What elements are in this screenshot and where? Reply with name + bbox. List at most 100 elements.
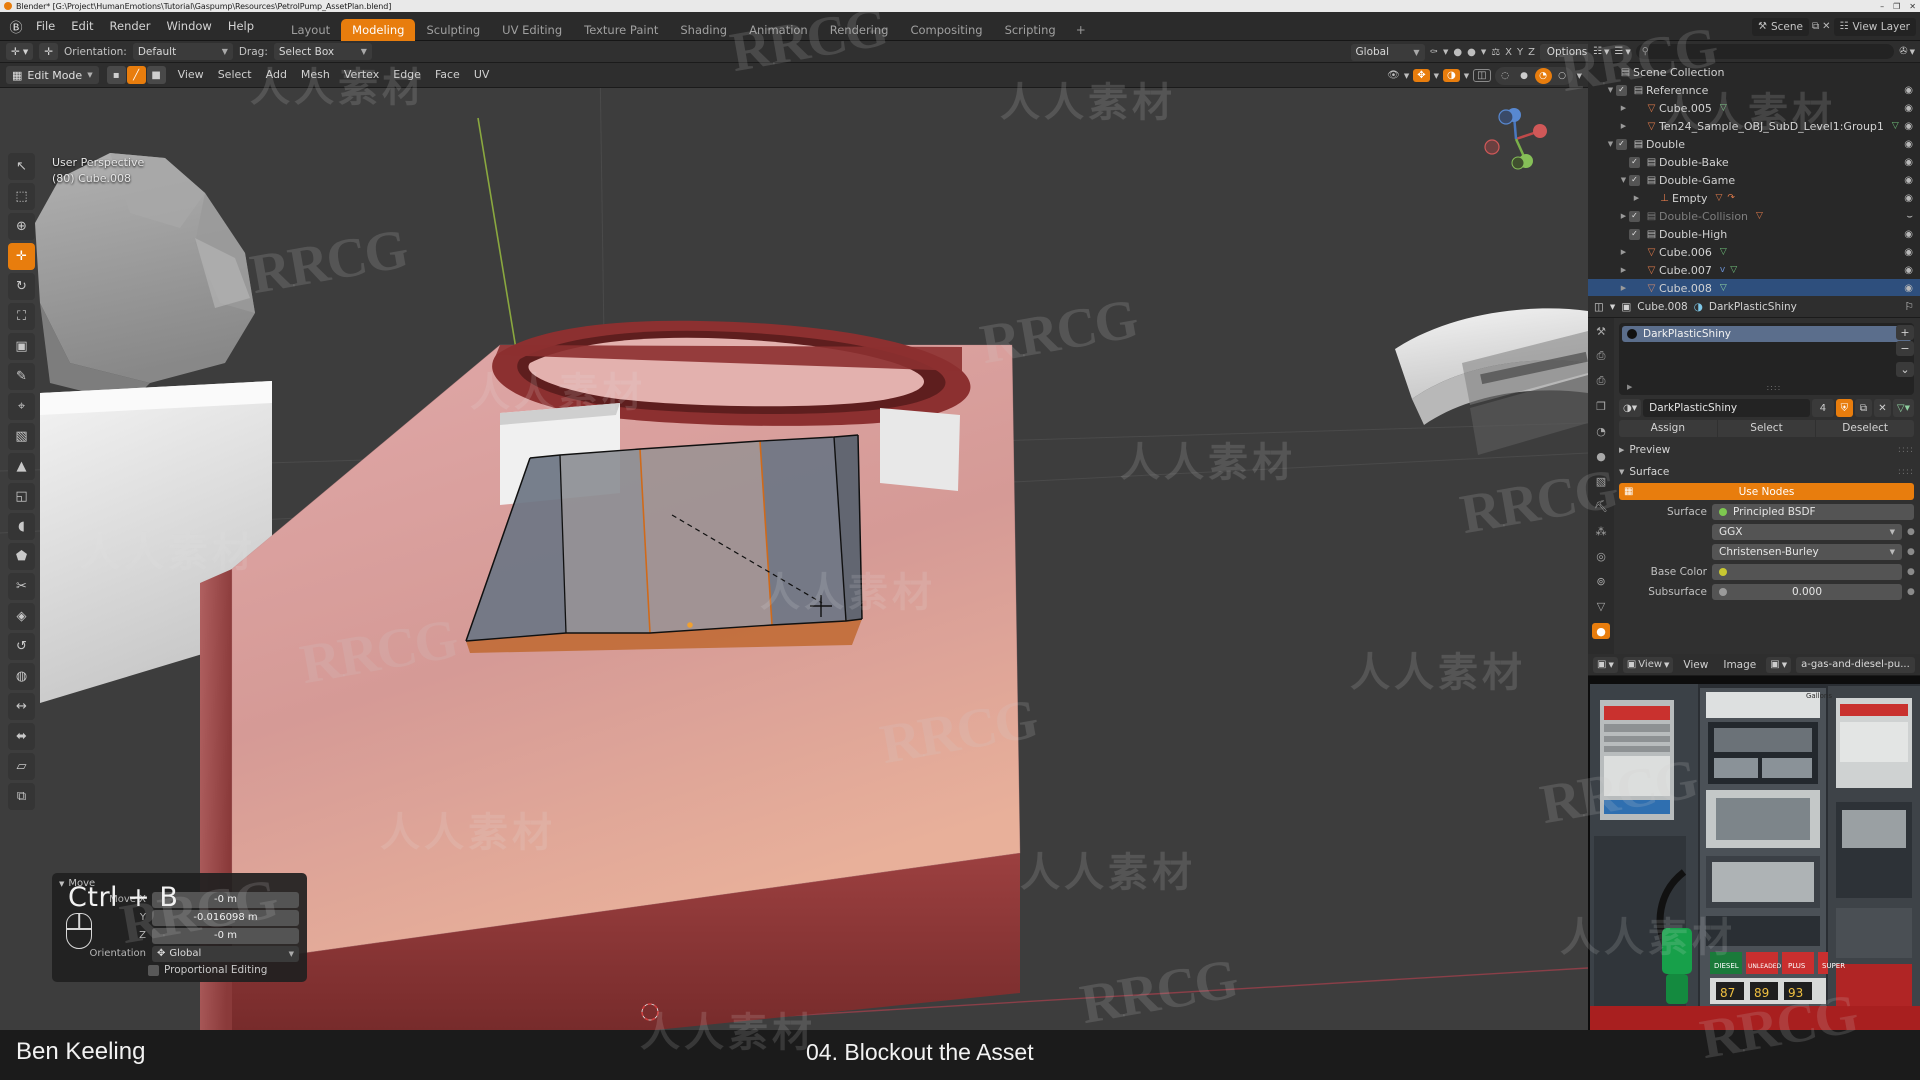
mesh-select-mode-group[interactable]: ▪ ╱ ■ [106, 66, 166, 84]
image-editor-image-menu[interactable]: Image [1718, 659, 1761, 671]
tool-tab-icon[interactable]: ⚒ [1592, 323, 1610, 339]
subsurface-method-row[interactable]: Christensen-Burley ▼ ● [1619, 543, 1915, 560]
operator-redo-panel[interactable]: ▼ Move Ctrl + B Move X -0 m Y -0.016098 mZ-… [52, 873, 307, 982]
object-tab-icon[interactable]: ▧ [1592, 473, 1610, 489]
outliner-row[interactable]: ▼ ✓ ▤ Double-Game ◉ [1588, 171, 1920, 189]
collection-checkbox[interactable]: ✓ [1629, 228, 1640, 240]
blender-logo-icon[interactable]: Ⓑ [4, 17, 28, 36]
menu-render[interactable]: Render [102, 16, 159, 36]
outliner-data-icons[interactable]: ▽ [1720, 103, 1727, 113]
outliner-search-input[interactable]: ⚲ [1635, 44, 1895, 59]
assign-select-deselect-bar[interactable]: Assign Select Deselect [1619, 420, 1914, 437]
outliner-row[interactable]: ▶ ▽ Cube.006 ▽ ◉ [1588, 243, 1920, 261]
workspace-tab-layout[interactable]: Layout [280, 19, 341, 41]
outliner-data-icon[interactable]: ▽ [1720, 247, 1727, 257]
spin-tool-icon[interactable]: ↺ [8, 633, 35, 660]
surface-shader-dropdown[interactable]: Principled BSDF [1712, 503, 1914, 520]
outliner-item-name[interactable]: Scene Collection [1633, 66, 1724, 79]
bevel-tool-icon[interactable]: ◖ [8, 513, 35, 540]
wireframe-shading-icon[interactable]: ◌ [1497, 68, 1514, 84]
viewport-menu-uv[interactable]: UV [467, 66, 497, 84]
face-select-icon[interactable]: ■ [146, 66, 166, 84]
active-tool-button[interactable]: ✛ ▼ [6, 43, 34, 60]
outliner-display-mode-dropdown[interactable]: ☰ ▼ [1614, 46, 1630, 57]
scene-tab-icon[interactable]: ◔ [1592, 423, 1610, 439]
collection-checkbox[interactable]: ✓ [1629, 174, 1640, 186]
options-dropdown[interactable]: Options [1540, 43, 1594, 61]
collection-checkbox[interactable]: ✓ [1616, 138, 1627, 150]
poly-build-tool-icon[interactable]: ◈ [8, 603, 35, 630]
outliner-item-name[interactable]: Cube.008 [1659, 282, 1712, 295]
outliner-data-icon[interactable]: ▽ [1756, 211, 1763, 221]
browse-image-button[interactable]: ▣ ▼ [1766, 656, 1792, 673]
rendered-shading-icon[interactable]: ○ [1554, 68, 1571, 84]
subsurface-animate-dot[interactable]: ● [1907, 587, 1915, 597]
disclosure-triangle-icon[interactable]: ▼ [1605, 86, 1616, 94]
extrude-region-tool-icon[interactable]: ▲ [8, 453, 35, 480]
image-editor-type-icon[interactable]: ▣ ▼ [1593, 656, 1618, 673]
use-nodes-button[interactable]: ▦ Use Nodes [1619, 483, 1914, 500]
visibility-eye-icon[interactable]: ◉ [1904, 175, 1913, 186]
remove-material-slot-button[interactable]: − [1896, 341, 1914, 356]
subsurface-method-dropdown[interactable]: Christensen-Burley ▼ [1712, 543, 1902, 560]
orientation-dropdown[interactable]: Default ▼ [132, 43, 233, 60]
menu-edit[interactable]: Edit [63, 16, 101, 36]
distribution-animate-dot[interactable]: ● [1907, 527, 1915, 537]
viewport-menu-add[interactable]: Add [259, 66, 294, 84]
outliner-data-icon[interactable]: ▽ [1720, 103, 1727, 113]
operator-orientation-row[interactable]: Orientation ✥ Global ▼ [60, 945, 299, 962]
measure-tool-icon[interactable]: ⌖ [8, 393, 35, 420]
outliner-row[interactable]: ▶ ✓ ▤ Double-Collision ▽ ⌣ [1588, 207, 1920, 225]
show-overlays-icon[interactable]: ◑ [1443, 69, 1460, 82]
outliner-data-icon[interactable]: ▽ [1892, 121, 1899, 131]
image-editor-view-menu[interactable]: View [1678, 659, 1713, 671]
outliner-row[interactable]: ▶ ▽ Ten24_Sample_OBJ_SubD_Level1:Group1 ▽ ◉ [1588, 117, 1920, 135]
fake-user-toggle[interactable]: ⛨ [1835, 399, 1853, 417]
transform-tool-icon[interactable]: ▣ [8, 333, 35, 360]
drag-dropdown[interactable]: Select Box ▼ [273, 43, 372, 60]
collection-checkbox[interactable]: ✓ [1616, 84, 1627, 96]
outliner-tree[interactable]: ▤ Scene Collection ▼ ✓ ▤ Referennce ◉ ▶ ▽ Cube.00… [1588, 63, 1920, 296]
snap-dropdown-icon[interactable]: ▼ [1443, 48, 1448, 56]
interaction-mode-dropdown[interactable]: ▦ Edit Mode ▼ [6, 66, 99, 84]
workspace-tab-uv-editing[interactable]: UV Editing [491, 19, 573, 41]
particles-tab-icon[interactable]: ⁂ [1592, 523, 1610, 539]
viewport-menu-vertex[interactable]: Vertex [337, 66, 386, 84]
edge-select-icon[interactable]: ╱ [126, 66, 146, 84]
xray-toggle-icon[interactable]: ◫ [1473, 69, 1491, 82]
cursor-tool-icon[interactable]: ⊕ [8, 213, 35, 240]
disclosure-triangle-icon[interactable]: ▶ [1618, 266, 1629, 274]
workspace-tab-texture-paint[interactable]: Texture Paint [573, 19, 669, 41]
shear-tool-icon[interactable]: ▱ [8, 753, 35, 780]
collection-checkbox[interactable]: ✓ [1629, 210, 1640, 222]
outliner-item-name[interactable]: Empty [1672, 192, 1707, 205]
workspace-tab-sculpting[interactable]: Sculpting [415, 19, 491, 41]
outliner-row[interactable]: ▶ ⊥ Empty ▽ ↷ ◉ [1588, 189, 1920, 207]
material-slot-controls[interactable]: + − ⌄ [1895, 325, 1915, 377]
workspace-tab-shading[interactable]: Shading [669, 19, 738, 41]
new-scene-icon[interactable]: ⧉ [1812, 21, 1819, 32]
workspace-tab-rendering[interactable]: Rendering [819, 19, 900, 41]
distribution-row[interactable]: GGX ▼ ● [1619, 523, 1915, 540]
unlink-material-button[interactable]: ✕ [1873, 399, 1891, 417]
add-workspace-button[interactable]: + [1067, 19, 1095, 41]
material-tab-icon[interactable]: ● [1592, 623, 1610, 639]
shrink-fatten-tool-icon[interactable]: ⬌ [8, 723, 35, 750]
visibility-eye-icon[interactable]: ◉ [1904, 157, 1913, 168]
material-preview-shading-icon[interactable]: ◔ [1534, 67, 1552, 84]
scene-selector[interactable]: ⚒ Scene [1751, 17, 1809, 36]
image-name-field[interactable]: a-gas-and-diesel-pu... [1796, 656, 1915, 673]
outliner-row[interactable]: ✓ ▤ Double-High ◉ [1588, 225, 1920, 243]
outliner-data-icon[interactable]: ᴠ [1720, 265, 1725, 275]
outliner-data-icons[interactable]: ᴠ ▽ [1720, 265, 1737, 275]
deselect-button[interactable]: Deselect [1816, 420, 1914, 437]
properties-tab-column[interactable]: ⚒ ⎙ ⎙ ❐ ◔ ● ▧ ⛏ ⁂ ◎ ⊚ ▽ ● [1588, 318, 1614, 654]
viewport-menu-edge[interactable]: Edge [386, 66, 428, 84]
move-tool-icon[interactable]: ✛ [8, 243, 35, 270]
new-material-copy-button[interactable]: ⧉ [1854, 399, 1872, 417]
data-tab-icon[interactable]: ▽ [1592, 598, 1610, 614]
outliner-row[interactable]: ▶ ▽ Cube.007 ᴠ ▽ ◉ [1588, 261, 1920, 279]
view-layer-tab-icon[interactable]: ❐ [1592, 398, 1610, 414]
workspace-tab-scripting[interactable]: Scripting [994, 19, 1067, 41]
workspace-tab-animation[interactable]: Animation [738, 19, 819, 41]
